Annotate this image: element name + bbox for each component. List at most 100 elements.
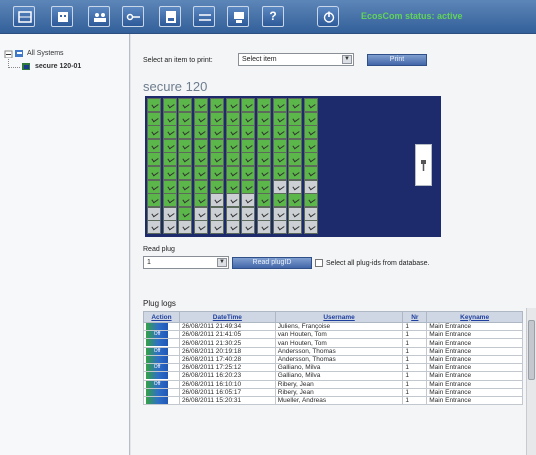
plug-cell[interactable] — [304, 138, 318, 153]
plug-cell[interactable] — [241, 206, 256, 221]
plug-cell[interactable] — [209, 98, 224, 112]
tree-item-secure-120-01[interactable]: secure 120-01 — [35, 63, 81, 70]
scrollbar[interactable] — [526, 308, 536, 455]
user-settings-button[interactable] — [227, 6, 249, 27]
plug-cell[interactable] — [304, 98, 318, 112]
plug-cell[interactable] — [225, 98, 240, 112]
plug-cell[interactable] — [209, 152, 224, 167]
calendar-button[interactable] — [51, 6, 73, 27]
plug-cell[interactable] — [209, 220, 224, 235]
plug-cell[interactable] — [304, 111, 318, 126]
plug-cell[interactable] — [256, 206, 271, 221]
plug-cell[interactable] — [304, 206, 318, 221]
plug-cell[interactable] — [225, 166, 240, 180]
plug-cell[interactable] — [178, 220, 193, 235]
table-row[interactable]: 26/08/2011 15:20:31 Mueller, Andreas 1 Main… — [143, 395, 523, 406]
grid-button[interactable] — [13, 6, 35, 27]
column-header-username[interactable]: Username — [274, 311, 404, 323]
plug-cell[interactable] — [225, 111, 240, 126]
plug-cell[interactable] — [304, 179, 318, 194]
plug-cell[interactable] — [272, 98, 287, 112]
table-row[interactable]: 26/08/2011 16:20:23 Galliano, Milva 1 Main … — [143, 371, 523, 381]
plug-cell[interactable] — [225, 193, 240, 208]
action-badge[interactable] — [146, 339, 168, 347]
plug-cell[interactable] — [288, 179, 303, 194]
plug-cell[interactable] — [162, 138, 177, 153]
plug-cell[interactable] — [304, 152, 318, 167]
action-badge[interactable] — [146, 323, 168, 330]
plug-cell[interactable] — [162, 152, 177, 167]
plug-cell[interactable] — [272, 206, 287, 221]
plug-id-select[interactable]: 1 ▼ — [143, 256, 229, 269]
plug-cell[interactable] — [162, 179, 177, 194]
plug-cell[interactable] — [288, 152, 303, 167]
plug-cell[interactable] — [194, 138, 209, 153]
plug-cell[interactable] — [147, 138, 161, 153]
plug-cell[interactable] — [178, 111, 193, 126]
action-badge[interactable]: Off — [146, 364, 168, 372]
plug-cell[interactable] — [178, 138, 193, 153]
power-button[interactable] — [317, 6, 339, 27]
plug-cell[interactable] — [162, 206, 177, 221]
plug-cell[interactable] — [304, 166, 318, 180]
plug-cell[interactable] — [209, 138, 224, 153]
plug-cell[interactable] — [256, 220, 271, 235]
plug-cell[interactable] — [209, 193, 224, 208]
plug-cell[interactable] — [288, 125, 303, 140]
plug-cell[interactable] — [241, 220, 256, 235]
document-button[interactable] — [159, 6, 181, 27]
plug-cell[interactable] — [209, 166, 224, 180]
plug-cell[interactable] — [304, 125, 318, 140]
plug-cell[interactable] — [225, 220, 240, 235]
plug-cell[interactable] — [241, 111, 256, 126]
plug-cell[interactable] — [241, 166, 256, 180]
plug-cell[interactable] — [288, 206, 303, 221]
plug-cell[interactable] — [178, 193, 193, 208]
print-item-select[interactable]: Select item ▼ — [238, 53, 354, 66]
select-all-checkbox[interactable] — [315, 259, 323, 267]
plug-cell[interactable] — [194, 125, 209, 140]
table-row[interactable]: Off 26/08/2011 21:41:05 van Houten, Tom 1 Ma… — [143, 330, 523, 340]
plug-cell[interactable] — [272, 179, 287, 194]
plug-cell[interactable] — [209, 111, 224, 126]
action-badge[interactable]: Off — [146, 347, 168, 355]
plug-cell[interactable] — [209, 206, 224, 221]
plug-cell[interactable] — [256, 125, 271, 140]
plug-cell[interactable] — [194, 179, 209, 194]
plug-cell[interactable] — [209, 125, 224, 140]
plug-cell[interactable] — [272, 220, 287, 235]
plug-cell[interactable] — [225, 206, 240, 221]
plug-cell[interactable] — [288, 98, 303, 112]
plug-cell[interactable] — [147, 152, 161, 167]
action-badge[interactable] — [146, 396, 168, 404]
plug-cell[interactable] — [288, 220, 303, 235]
plug-cell[interactable] — [256, 138, 271, 153]
plug-cell[interactable] — [256, 179, 271, 194]
table-row[interactable]: 26/08/2011 21:49:34 Juliens, Françoise 1 Ma… — [143, 321, 523, 332]
plug-cell[interactable] — [272, 152, 287, 167]
table-row[interactable]: Off 26/08/2011 16:10:10 Ribery, Jean 1 Main … — [143, 379, 523, 389]
plug-cell[interactable] — [194, 166, 209, 180]
plug-cell[interactable] — [225, 179, 240, 194]
table-row[interactable]: 26/08/2011 16:05:17 Ribery, Jean 1 Main Ent… — [143, 387, 523, 397]
plug-cell[interactable] — [225, 125, 240, 140]
users-button[interactable] — [88, 6, 110, 27]
plug-cell[interactable] — [194, 220, 209, 235]
plug-cell[interactable] — [241, 152, 256, 167]
plug-cell[interactable] — [178, 166, 193, 180]
table-row[interactable]: 26/08/2011 21:30:25 van Houten, Tom 1 Main … — [143, 338, 523, 348]
plug-cell[interactable] — [272, 166, 287, 180]
plug-cell[interactable] — [272, 138, 287, 153]
plug-cell[interactable] — [162, 220, 177, 235]
help-button[interactable]: ? — [262, 6, 284, 27]
plug-cell[interactable] — [147, 193, 161, 208]
plug-cell[interactable] — [241, 138, 256, 153]
plug-cell[interactable] — [194, 152, 209, 167]
plug-cell[interactable] — [178, 179, 193, 194]
plug-cell[interactable] — [147, 98, 161, 112]
plug-cell[interactable] — [162, 166, 177, 180]
column-header-action[interactable]: Action — [143, 311, 180, 323]
key-button[interactable] — [122, 6, 144, 27]
plug-cell[interactable] — [194, 98, 209, 112]
action-badge[interactable]: Off — [146, 331, 168, 339]
